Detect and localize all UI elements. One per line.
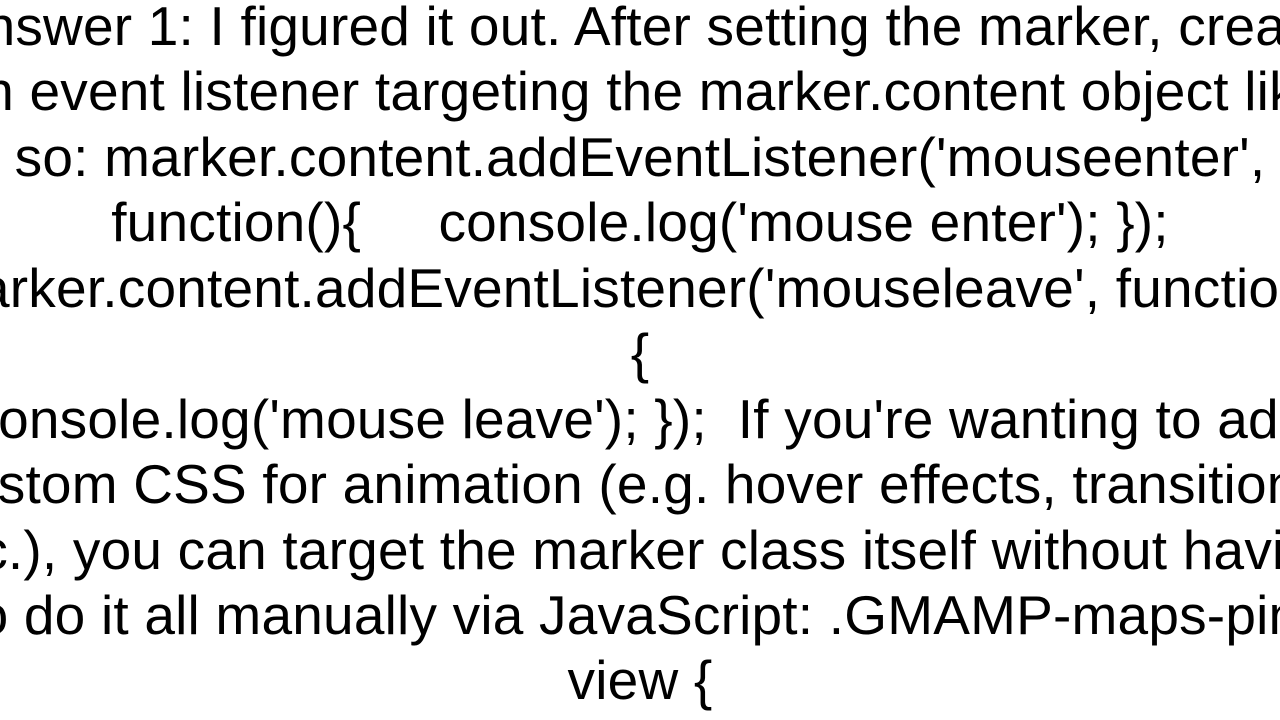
answer-text: Answer 1: I figured it out. After settin… (0, 0, 1280, 720)
document-viewport: Answer 1: I figured it out. After settin… (0, 0, 1280, 720)
